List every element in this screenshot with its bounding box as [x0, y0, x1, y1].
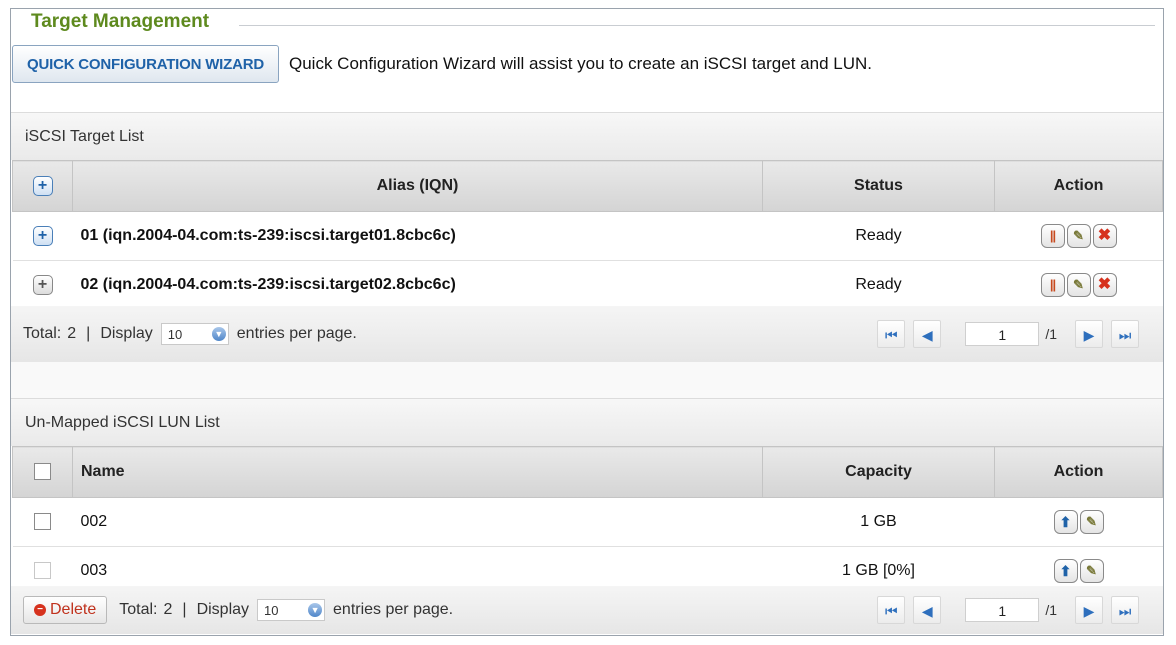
lun-pagination-summary: − Delete Total: 2 | Display 10 ▼ entries…: [23, 586, 453, 634]
panel-title: Target Management: [27, 9, 216, 35]
entries-label: entries per page.: [236, 325, 357, 342]
last-page-icon[interactable]: ⏭: [1111, 320, 1139, 348]
target-pager: ⏮ ◀ 1 /1 ▶ ⏭: [873, 306, 1143, 362]
status-column-header[interactable]: Status: [762, 160, 995, 212]
target-alias: 01 (iqn.2004-04.com:ts-239:iscsi.target0…: [72, 211, 763, 261]
display-label: Display: [196, 601, 250, 618]
pause-icon[interactable]: ||: [1040, 273, 1065, 297]
lun-action-column-header: Action: [994, 446, 1163, 498]
target-list-header: iSCSI Target List: [11, 112, 1163, 160]
delete-icon[interactable]: ✖: [1092, 273, 1117, 297]
total-label: Total:: [119, 601, 158, 618]
target-status: Ready: [762, 260, 995, 310]
target-pagination-summary: Total: 2 | Display 10 ▼ entries per page…: [23, 306, 357, 362]
display-label: Display: [100, 325, 153, 342]
wizard-row: QUICK CONFIGURATION WIZARD Quick Configu…: [12, 44, 872, 84]
entries-per-page-value: 10: [264, 602, 279, 618]
first-page-icon[interactable]: ⏮: [877, 596, 906, 624]
capacity-column-header[interactable]: Capacity: [762, 446, 995, 498]
table-row: + 01 (iqn.2004-04.com:ts-239:iscsi.targe…: [12, 211, 1163, 261]
edit-icon[interactable]: ✎: [1066, 224, 1091, 248]
pause-icon[interactable]: ||: [1040, 224, 1065, 248]
page-total: /1: [1045, 602, 1057, 618]
separator: |: [182, 601, 187, 618]
page-total: /1: [1045, 326, 1057, 342]
lun-table: Name Capacity Action 002 1 GB ⬆ ✎ 003 1 G…: [12, 446, 1163, 596]
add-target-header-cell: +: [12, 160, 73, 212]
edit-icon[interactable]: ✎: [1079, 559, 1104, 583]
total-count: 2: [163, 601, 173, 618]
entries-label: entries per page.: [333, 601, 454, 618]
action-column-header: Action: [994, 160, 1163, 212]
delete-dot-icon: −: [34, 604, 46, 616]
edit-icon[interactable]: ✎: [1066, 273, 1091, 297]
target-actions: || ✎ ✖: [994, 211, 1163, 261]
next-page-icon[interactable]: ▶: [1075, 320, 1103, 348]
delete-button-label: Delete: [50, 601, 97, 618]
prev-page-icon[interactable]: ◀: [913, 596, 942, 624]
page-number-input[interactable]: 1: [965, 322, 1040, 346]
entries-per-page-select[interactable]: 10 ▼: [257, 599, 326, 621]
lun-list-header: Un-Mapped iSCSI LUN List: [11, 398, 1163, 446]
target-alias: 02 (iqn.2004-04.com:ts-239:iscsi.target0…: [72, 260, 763, 310]
dropdown-arrow-icon[interactable]: ▼: [308, 603, 323, 617]
lun-name: 002: [72, 497, 763, 547]
section-spacer: [11, 362, 1163, 398]
entries-per-page-value: 10: [167, 326, 183, 342]
select-all-checkbox[interactable]: [34, 463, 51, 481]
next-page-icon[interactable]: ▶: [1075, 596, 1103, 624]
wizard-description: Quick Configuration Wizard will assist y…: [289, 54, 872, 73]
target-table: + Alias (IQN) Status Action + 01 (iqn.20…: [12, 160, 1163, 310]
expand-target-icon[interactable]: +: [32, 275, 53, 295]
dropdown-arrow-icon[interactable]: ▼: [211, 327, 226, 341]
lun-actions: ⬆ ✎: [994, 497, 1163, 547]
target-status: Ready: [762, 211, 995, 261]
entries-per-page-select[interactable]: 10 ▼: [160, 323, 229, 345]
select-all-header-cell: [12, 446, 73, 498]
expand-target-icon[interactable]: +: [32, 226, 53, 246]
lun-pager: ⏮ ◀ 1 /1 ▶ ⏭: [873, 586, 1143, 634]
lun-capacity: 1 GB: [762, 497, 995, 547]
table-row: 002 1 GB ⬆ ✎: [12, 497, 1163, 547]
lun-list-footer: − Delete Total: 2 | Display 10 ▼ entries…: [11, 586, 1163, 634]
delete-icon[interactable]: ✖: [1092, 224, 1117, 248]
table-row: + 02 (iqn.2004-04.com:ts-239:iscsi.targe…: [12, 260, 1163, 310]
add-target-icon[interactable]: +: [32, 176, 53, 196]
quick-configuration-wizard-button[interactable]: QUICK CONFIGURATION WIZARD: [12, 45, 279, 83]
map-lun-icon[interactable]: ⬆: [1053, 510, 1078, 534]
edit-icon[interactable]: ✎: [1079, 510, 1104, 534]
prev-page-icon[interactable]: ◀: [913, 320, 942, 348]
alias-column-header[interactable]: Alias (IQN): [72, 160, 763, 212]
first-page-icon[interactable]: ⏮: [877, 320, 906, 348]
delete-button[interactable]: − Delete: [23, 596, 108, 624]
lun-checkbox[interactable]: [34, 562, 51, 580]
panel-title-divider: [239, 25, 1155, 26]
lun-checkbox[interactable]: [34, 513, 51, 531]
last-page-icon[interactable]: ⏭: [1111, 596, 1139, 624]
total-label: Total:: [23, 325, 62, 342]
name-column-header[interactable]: Name: [72, 446, 763, 498]
target-actions: || ✎ ✖: [994, 260, 1163, 310]
target-list-footer: Total: 2 | Display 10 ▼ entries per page…: [11, 306, 1163, 362]
separator: |: [86, 325, 91, 342]
page-number-input[interactable]: 1: [965, 598, 1040, 622]
map-lun-icon[interactable]: ⬆: [1053, 559, 1078, 583]
total-count: 2: [67, 325, 77, 342]
